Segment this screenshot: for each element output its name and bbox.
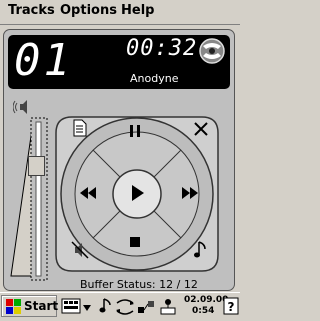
playlist-icon[interactable] — [72, 119, 88, 137]
volume-slider-thumb[interactable] — [28, 156, 45, 176]
track-number: 01 — [14, 35, 73, 86]
keyboard-arrow-icon[interactable] — [82, 304, 92, 312]
volume-slider[interactable] — [9, 116, 49, 282]
taskbar-clock[interactable]: 0:54 — [192, 305, 222, 317]
volume-tray-icon[interactable] — [99, 297, 113, 315]
help-icon[interactable]: ? — [223, 296, 239, 316]
start-label: Start — [24, 299, 59, 313]
speaker-icon — [13, 100, 27, 114]
menu-help[interactable]: Help — [121, 3, 154, 18]
buffer-status: Buffer Status: 12 / 12 — [80, 278, 198, 291]
menu-tracks[interactable]: Tracks — [8, 3, 55, 18]
stop-icon[interactable] — [129, 236, 141, 248]
app-logo-icon — [199, 38, 225, 64]
keyboard-icon[interactable] — [61, 296, 81, 316]
start-button[interactable]: Start — [1, 295, 59, 317]
network-icon[interactable] — [158, 297, 178, 317]
close-icon[interactable] — [194, 122, 208, 136]
pause-icon[interactable] — [127, 124, 143, 138]
mute-icon[interactable] — [71, 241, 89, 259]
music-note-icon[interactable] — [193, 240, 209, 260]
previous-icon[interactable] — [78, 186, 98, 200]
menu-divider — [0, 24, 240, 25]
connection-icon[interactable] — [136, 297, 156, 317]
next-icon[interactable] — [180, 186, 200, 200]
svg-text:?: ? — [228, 300, 235, 314]
sync-icon[interactable] — [115, 297, 135, 317]
play-icon[interactable] — [130, 184, 146, 202]
elapsed-time: 00:32 — [126, 36, 198, 61]
menu-options[interactable]: Options — [60, 3, 117, 18]
song-title: Anodyne — [130, 72, 179, 85]
windows-logo-icon — [6, 299, 21, 314]
